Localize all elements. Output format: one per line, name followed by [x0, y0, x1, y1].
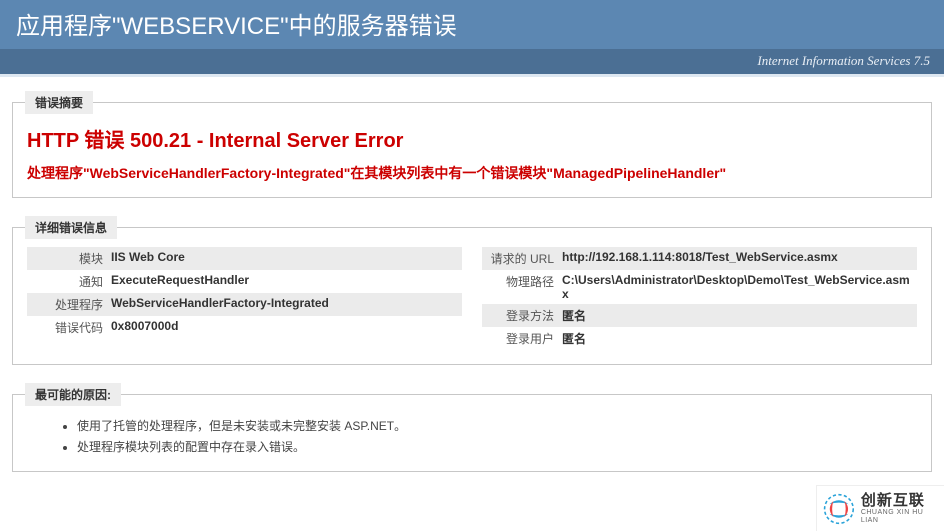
page-title: 应用程序"WEBSERVICE"中的服务器错误 — [0, 0, 944, 49]
page-header: 应用程序"WEBSERVICE"中的服务器错误 Internet Informa… — [0, 0, 944, 74]
detail-value: 匿名 — [560, 304, 917, 327]
cause-item: 使用了托管的处理程序，但是未安装或未完整安装 ASP.NET。 — [77, 416, 917, 436]
detail-value: ExecuteRequestHandler — [109, 270, 462, 293]
content-area: 错误摘要 HTTP 错误 500.21 - Internal Server Er… — [0, 74, 944, 498]
detail-label: 错误代码 — [27, 316, 109, 339]
detail-label: 请求的 URL — [482, 247, 560, 270]
detail-value: C:\Users\Administrator\Desktop\Demo\Test… — [560, 270, 917, 304]
detail-value: http://192.168.1.114:8018/Test_WebServic… — [560, 247, 917, 270]
detail-value: IIS Web Core — [109, 247, 462, 270]
error-subtitle: 处理程序"WebServiceHandlerFactory-Integrated… — [27, 163, 917, 183]
iis-version-banner: Internet Information Services 7.5 — [0, 49, 944, 74]
error-summary-card: 错误摘要 HTTP 错误 500.21 - Internal Server Er… — [12, 91, 932, 198]
watermark-text-cn: 创新互联 — [861, 493, 938, 510]
detail-value: WebServiceHandlerFactory-Integrated — [109, 293, 462, 316]
details-right-column: 请求的 URL http://192.168.1.114:8018/Test_W… — [482, 247, 917, 350]
details-left-table: 模块 IIS Web Core 通知 ExecuteRequestHandler… — [27, 247, 462, 339]
watermark-icon — [823, 492, 855, 526]
detail-label: 登录方法 — [482, 304, 560, 327]
detail-label: 模块 — [27, 247, 109, 270]
error-details-card: 详细错误信息 模块 IIS Web Core 通知 ExecuteRequest… — [12, 216, 932, 365]
detail-value: 匿名 — [560, 327, 917, 350]
causes-list: 使用了托管的处理程序，但是未安装或未完整安装 ASP.NET。 处理程序模块列表… — [77, 416, 917, 457]
watermark-logo: 创新互联 CHUANG XIN HU LIAN — [816, 485, 944, 531]
error-summary-legend: 错误摘要 — [25, 91, 93, 114]
detail-value: 0x8007000d — [109, 316, 462, 339]
details-left-column: 模块 IIS Web Core 通知 ExecuteRequestHandler… — [27, 247, 462, 350]
error-code-title: HTTP 错误 500.21 - Internal Server Error — [27, 124, 917, 153]
detail-label: 通知 — [27, 270, 109, 293]
cause-item: 处理程序模块列表的配置中存在录入错误。 — [77, 437, 917, 457]
detail-label: 处理程序 — [27, 293, 109, 316]
causes-card: 最可能的原因: 使用了托管的处理程序，但是未安装或未完整安装 ASP.NET。 … — [12, 383, 932, 472]
error-details-legend: 详细错误信息 — [25, 216, 117, 239]
detail-label: 物理路径 — [482, 270, 560, 304]
details-right-table: 请求的 URL http://192.168.1.114:8018/Test_W… — [482, 247, 917, 350]
causes-legend: 最可能的原因: — [25, 383, 121, 406]
watermark-text-pinyin: CHUANG XIN HU LIAN — [861, 509, 938, 524]
detail-label: 登录用户 — [482, 327, 560, 350]
